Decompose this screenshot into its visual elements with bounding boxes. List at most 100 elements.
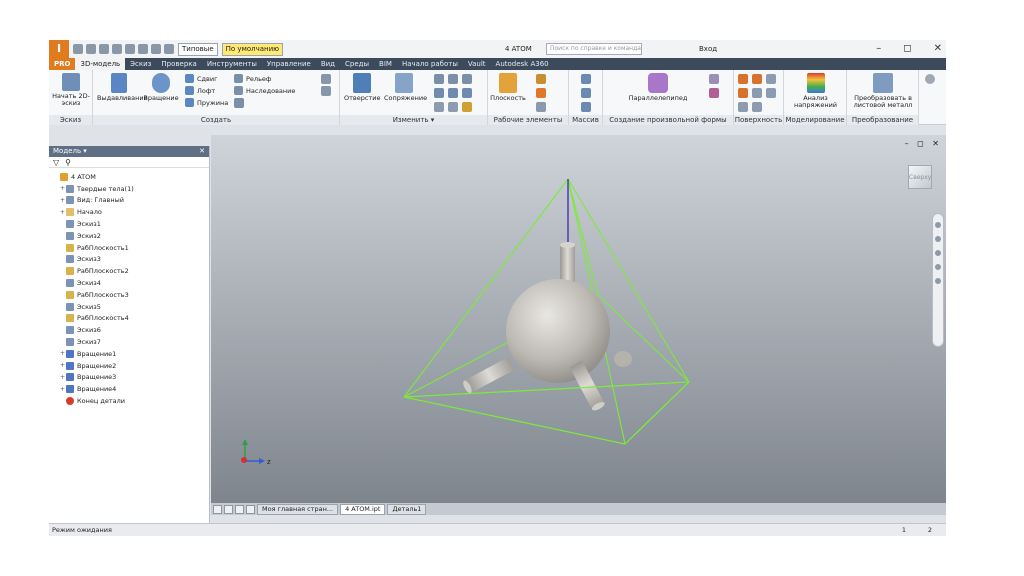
import-icon[interactable] [321, 86, 331, 96]
trim-icon[interactable] [752, 88, 762, 98]
tree-expander-icon[interactable]: + [59, 197, 66, 204]
tab-sketch[interactable]: Эскиз [125, 58, 156, 70]
point-icon[interactable] [536, 88, 546, 98]
cascade-icon[interactable] [235, 504, 244, 514]
thread-icon[interactable] [434, 88, 444, 98]
tree-item[interactable]: Эскиз5 [49, 301, 209, 313]
thicken-icon[interactable] [738, 74, 748, 84]
freeform-plane-icon[interactable] [709, 74, 719, 84]
doc-tab-part1[interactable]: Деталь1 [387, 503, 427, 515]
sphere-body[interactable] [506, 279, 610, 383]
maximize-button[interactable]: ◻ [903, 40, 911, 58]
save-icon[interactable] [99, 44, 109, 54]
draft-icon[interactable] [462, 74, 472, 84]
fillet-button[interactable]: Сопряжение [384, 73, 427, 102]
tree-item[interactable]: + Вращение3 [49, 372, 209, 384]
tree-expander-icon[interactable]: + [59, 185, 66, 192]
undo-icon[interactable] [112, 44, 122, 54]
new-icon[interactable] [73, 44, 83, 54]
color-icon[interactable] [164, 44, 174, 54]
ucs-icon[interactable] [536, 102, 546, 112]
help-search-input[interactable]: Поиск по справке и командам [546, 43, 642, 55]
plane-button[interactable]: Плоскость [490, 73, 526, 102]
tree-item[interactable]: + Вращение4 [49, 383, 209, 395]
login-link[interactable]: Вход [699, 40, 717, 58]
tree-item[interactable]: РабПлоскость4 [49, 313, 209, 325]
convert-to-sheet-metal-button[interactable]: Преобразовать в листовой металл [849, 73, 917, 109]
tree-expander-icon[interactable]: + [59, 374, 66, 381]
tab-a360[interactable]: Autodesk A360 [491, 58, 554, 70]
rectangular-pattern-icon[interactable] [581, 74, 591, 84]
sweep-button[interactable]: Сдвиг [185, 74, 218, 83]
find-icon[interactable]: ⚲ [65, 158, 71, 167]
home-icon[interactable] [138, 44, 148, 54]
filter-icon[interactable]: ▽ [53, 158, 59, 167]
doc-tab-4atom[interactable]: 4 ATOM.ipt [340, 503, 386, 515]
split-icon[interactable] [448, 88, 458, 98]
tree-item[interactable]: Эскиз4 [49, 277, 209, 289]
tree-expander-icon[interactable]: + [59, 362, 66, 369]
rib-icon[interactable] [234, 98, 244, 108]
mirror-icon[interactable] [581, 102, 591, 112]
tree-item[interactable]: Эскиз6 [49, 324, 209, 336]
loft-button[interactable]: Лофт [185, 86, 215, 95]
tree-expander-icon[interactable]: + [59, 386, 66, 393]
tree-item[interactable]: + Вид: Главный [49, 195, 209, 207]
tree-item[interactable]: Эскиз1 [49, 218, 209, 230]
tab-menu-icon[interactable] [246, 504, 255, 514]
start-2d-sketch-button[interactable]: Начать 2D-эскиз [51, 73, 91, 107]
chamfer-icon[interactable] [434, 74, 444, 84]
tree-item[interactable]: РабПлоскость2 [49, 265, 209, 277]
revolve-button[interactable]: Вращение [143, 73, 179, 102]
tree-item[interactable]: Эскиз7 [49, 336, 209, 348]
stress-analysis-button[interactable]: Анализ напряжений [788, 73, 843, 109]
tree-expander-icon[interactable]: + [59, 209, 66, 216]
tree-item[interactable]: + Вращение1 [49, 348, 209, 360]
tree-item[interactable]: + Твердые тела(1) [49, 183, 209, 195]
tab-inspect[interactable]: Проверка [156, 58, 201, 70]
tree-item[interactable]: + Вращение2 [49, 360, 209, 372]
freeform-sphere-icon[interactable] [709, 88, 719, 98]
tab-3d-model[interactable]: 3D-модель [75, 58, 126, 70]
tree-item[interactable]: 4 ATOM [49, 171, 209, 183]
open-icon[interactable] [86, 44, 96, 54]
doc-tab-home[interactable]: Моя главная стран... [257, 503, 339, 515]
repair-icon[interactable] [752, 102, 762, 112]
circular-pattern-icon[interactable] [581, 88, 591, 98]
emboss-button[interactable]: Рельеф [234, 74, 271, 83]
patch-icon[interactable] [738, 88, 748, 98]
tile-vertical-icon[interactable] [213, 504, 222, 514]
hole-button[interactable]: Отверстие [344, 73, 380, 102]
freeform-box-button[interactable]: Параллелепипед [623, 73, 693, 102]
tree-item[interactable]: Эскиз3 [49, 254, 209, 266]
redo-icon[interactable] [125, 44, 135, 54]
material-dropdown[interactable]: По умолчанию [221, 42, 284, 56]
delete-face-icon[interactable] [462, 102, 472, 112]
decal-icon[interactable] [321, 74, 331, 84]
tab-tools[interactable]: Инструменты [202, 58, 262, 70]
stitch-icon[interactable] [752, 74, 762, 84]
axis-icon[interactable] [536, 74, 546, 84]
derive-button[interactable]: Наследование [234, 86, 295, 95]
tile-horizontal-icon[interactable] [224, 504, 233, 514]
tree-item[interactable]: + Начало [49, 206, 209, 218]
shell-icon[interactable] [448, 74, 458, 84]
tree-expander-icon[interactable]: + [59, 350, 66, 357]
tab-vault[interactable]: Vault [463, 58, 491, 70]
tab-get-started[interactable]: Начало работы [397, 58, 463, 70]
right-peg[interactable] [614, 351, 632, 367]
tab-view[interactable]: Вид [316, 58, 340, 70]
app-logo[interactable]: I [49, 40, 69, 58]
tree-item[interactable]: РабПлоскость1 [49, 242, 209, 254]
graphics-viewport[interactable]: – ◻ ✕ Сверху z [211, 135, 946, 503]
tab-manage[interactable]: Управление [262, 58, 316, 70]
extend-icon[interactable] [766, 88, 776, 98]
tree-item[interactable]: Конец детали [49, 395, 209, 407]
copy-object-icon[interactable] [448, 102, 458, 112]
browser-title-dropdown[interactable]: Модель ▾ [53, 147, 87, 155]
sculpt-icon[interactable] [766, 74, 776, 84]
select-icon[interactable] [151, 44, 161, 54]
replace-face-icon[interactable] [738, 102, 748, 112]
extrude-button[interactable]: Выдавливание [97, 73, 148, 102]
minimize-button[interactable]: – [876, 40, 881, 58]
